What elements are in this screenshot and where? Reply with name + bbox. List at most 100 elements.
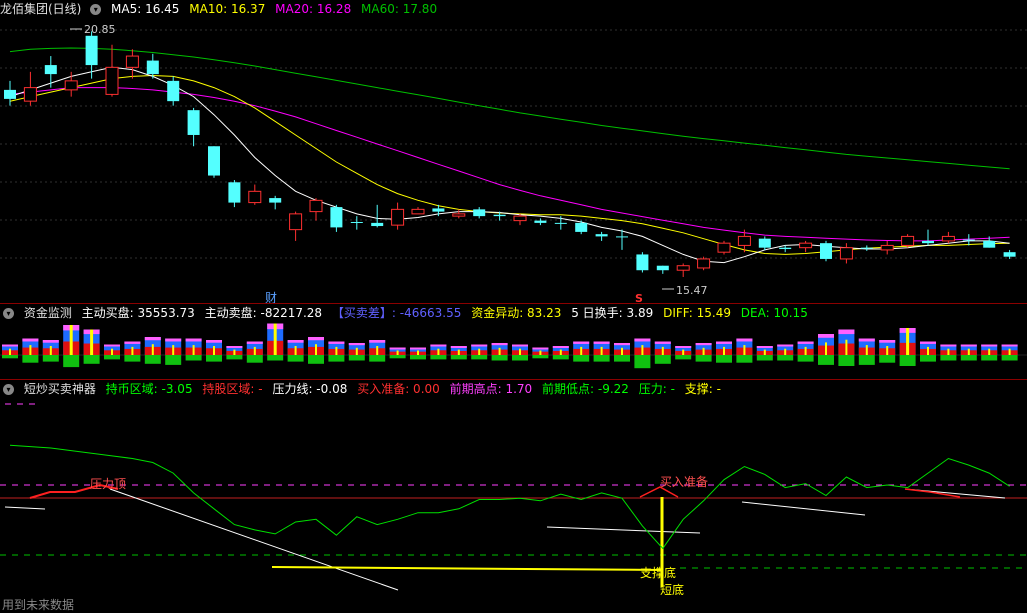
ma5-line [9,66,1010,264]
fund-bar[interactable] [471,344,488,360]
candle[interactable] [125,49,139,79]
candle[interactable] [248,184,262,205]
fund-bar[interactable] [634,338,651,369]
fund-bar[interactable] [124,341,141,362]
fund-bar[interactable] [22,338,39,363]
candle[interactable] [44,56,57,88]
fund-bar[interactable] [797,341,814,362]
candle[interactable] [901,234,915,248]
candle[interactable] [452,209,466,219]
fund-bar-top [777,344,794,347]
fund-bar[interactable] [716,341,732,363]
candle[interactable] [656,265,669,274]
fund-bar[interactable] [450,346,467,360]
candle[interactable] [330,204,343,232]
fund-bar[interactable] [389,347,406,359]
candle[interactable] [473,207,486,219]
candle[interactable] [880,240,894,255]
candlestick-chart[interactable]: 20.85 15.47 财 S [0,16,1027,304]
fund-bar[interactable] [83,329,100,364]
fund-bar[interactable] [348,343,365,361]
fund-bar[interactable] [756,346,773,361]
fund-bar-chart[interactable] [0,321,1027,379]
candle[interactable] [758,236,771,250]
fund-bar-down [42,355,59,362]
candle[interactable] [167,76,180,106]
candle[interactable] [799,240,813,253]
fund-bar[interactable] [920,341,936,362]
fund-bar[interactable] [593,341,610,362]
candle[interactable] [289,211,303,241]
fund-bar[interactable] [858,338,875,365]
candle[interactable] [717,240,731,255]
fund-bar[interactable] [104,344,120,360]
fund-bar[interactable] [430,344,447,360]
fund-bar[interactable] [144,337,161,364]
candle[interactable] [595,231,608,241]
fund-bar[interactable] [879,340,896,363]
candle[interactable] [269,195,282,210]
fund-bar[interactable] [654,341,671,364]
candle[interactable] [350,216,363,230]
candle[interactable] [309,198,323,221]
fund-bar[interactable] [42,340,59,362]
fund-bar[interactable] [512,344,528,361]
candle[interactable] [820,240,832,262]
gear-icon[interactable]: ▾ [3,308,14,319]
fund-bar[interactable] [63,325,80,368]
fund-bar[interactable] [695,343,712,362]
fund-bar[interactable] [328,341,345,362]
fund-bar[interactable] [308,337,324,364]
fund-bar[interactable] [165,338,182,365]
candle[interactable] [676,263,690,277]
fund-bar[interactable] [2,344,18,359]
candle[interactable] [839,243,853,264]
candle[interactable] [391,202,405,230]
short-trade-chart[interactable]: 压力顶 买入准备 支撑底 短底 [0,397,1027,595]
fund-bar[interactable] [981,344,998,361]
fund-bar[interactable] [818,334,834,365]
fund-bar[interactable] [675,346,692,360]
fund-bar[interactable] [287,340,304,362]
candle[interactable] [208,146,220,178]
fund-bar[interactable] [206,340,222,362]
gear-icon[interactable]: ▾ [3,384,14,395]
fund-bar[interactable] [491,343,508,361]
fund-bar[interactable] [267,323,284,361]
gear-icon[interactable]: ▾ [90,4,102,15]
fund-bar[interactable] [1001,344,1018,361]
fund-bar[interactable] [246,341,263,363]
fund-bar[interactable] [410,347,426,360]
fund-bar[interactable] [838,329,855,367]
fund-bar[interactable] [736,338,753,363]
candle[interactable] [105,44,119,97]
candle[interactable] [411,207,425,215]
candle[interactable] [4,80,16,106]
candle[interactable] [697,256,711,271]
fund-bar[interactable] [185,338,202,361]
fund-bar[interactable] [226,346,243,360]
fund-bar[interactable] [777,344,794,361]
candle[interactable] [860,245,873,251]
candle[interactable] [941,231,955,244]
fund-bar[interactable] [532,347,549,359]
fund-bar[interactable] [573,341,590,362]
candle[interactable] [228,180,241,208]
candle[interactable] [187,107,200,147]
fund-bar[interactable] [552,346,569,360]
candle[interactable] [23,71,37,106]
candle[interactable] [85,31,98,79]
fund-bar[interactable] [899,328,916,366]
candle[interactable] [534,218,547,226]
fund-bar[interactable] [369,340,386,362]
candle[interactable] [636,252,649,273]
fund-bar[interactable] [960,344,977,361]
fund-bar-highlight [702,347,705,355]
candle[interactable] [962,234,975,246]
candle[interactable] [616,229,628,250]
candle[interactable] [371,204,384,228]
fund-bar[interactable] [940,344,957,361]
fund-bar[interactable] [614,343,630,362]
candle[interactable] [922,229,934,246]
short-prev-high: 前期高点: 1.70 [449,382,533,396]
